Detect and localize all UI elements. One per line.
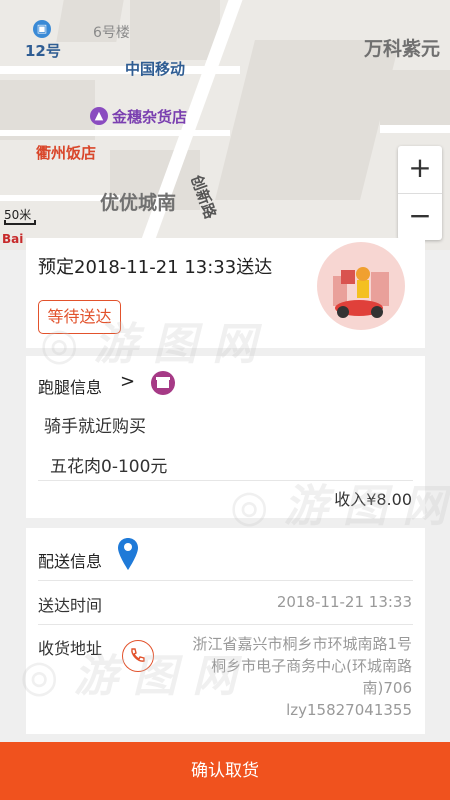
errand-info-card[interactable]: 跑腿信息 > 骑手就近购买 五花肉0-100元 收入¥8.00 xyxy=(26,356,425,518)
status-badge: 等待送达 xyxy=(38,300,121,334)
contact-text: lzy15827041355 xyxy=(286,701,412,719)
map-label-quzhou-restaurant: 衢州饭店 xyxy=(36,144,97,162)
delivery-rider-illustration xyxy=(317,242,405,330)
errand-info-header: 跑腿信息 xyxy=(38,378,103,397)
confirm-pickup-button[interactable]: 确认取货 xyxy=(0,742,450,800)
map-block xyxy=(380,70,450,125)
delivery-info-card: 配送信息 送达时间 2018-11-21 13:33 收货地址 浙江省嘉兴市桐乡… xyxy=(26,528,425,734)
divider xyxy=(38,580,413,581)
zoom-out-button[interactable]: − xyxy=(398,193,442,240)
zoom-in-button[interactable]: + xyxy=(398,146,442,193)
map-label-youyou-chengnan: 优优城南 xyxy=(100,192,177,214)
divider xyxy=(38,624,413,625)
map-label-vanke: 万科紫元 xyxy=(364,38,441,60)
income-text: 收入¥8.00 xyxy=(334,490,412,509)
shop-icon xyxy=(151,371,175,395)
location-pin-icon xyxy=(118,538,138,570)
map-label-china-mobile: 中国移动 xyxy=(125,60,186,78)
map-zoom-control: + − xyxy=(398,146,442,240)
chevron-right-icon[interactable]: > xyxy=(120,371,135,392)
delivery-time-label: 送达时间 xyxy=(38,596,103,615)
divider xyxy=(38,480,413,481)
delivery-info-header: 配送信息 xyxy=(38,552,103,571)
map-view[interactable]: ▣ 6号楼 12号 中国移动 万科紫元 ▲ 金穗杂货店 衢州饭店 创新路 优优城… xyxy=(0,0,450,250)
item-text: 五花肉0-100元 xyxy=(50,457,168,477)
address-value: 浙江省嘉兴市桐乡市环城南路1号 桐乡市电子商务中心(环城南路南)706 lzy1… xyxy=(180,633,412,721)
address-label: 收货地址 xyxy=(38,639,103,658)
map-block xyxy=(215,40,400,200)
map-road xyxy=(0,130,230,136)
order-status-card: 预定2018-11-21 13:33送达 等待送达 xyxy=(26,238,425,348)
map-logo: Bai xyxy=(2,232,24,246)
building-icon: ▣ xyxy=(33,20,51,38)
map-label-building-6: 6号楼 xyxy=(93,25,130,41)
map-label-jinsui-store: 金穗杂货店 xyxy=(112,108,188,126)
map-road xyxy=(0,66,240,74)
purchase-method-text: 骑手就近购买 xyxy=(44,417,146,437)
scheduled-delivery-text: 预定2018-11-21 13:33送达 xyxy=(38,257,273,278)
delivery-time-value: 2018-11-21 13:33 xyxy=(276,593,412,611)
address-text: 浙江省嘉兴市桐乡市环城南路1号 桐乡市电子商务中心(环城南路南)706 xyxy=(192,635,412,697)
map-block xyxy=(130,0,220,60)
map-label-building-12: 12号 xyxy=(25,42,61,60)
phone-icon[interactable] xyxy=(122,640,154,672)
map-scale-bar xyxy=(4,220,36,225)
map-road xyxy=(380,125,450,133)
shopping-bag-icon: ▲ xyxy=(90,107,108,125)
